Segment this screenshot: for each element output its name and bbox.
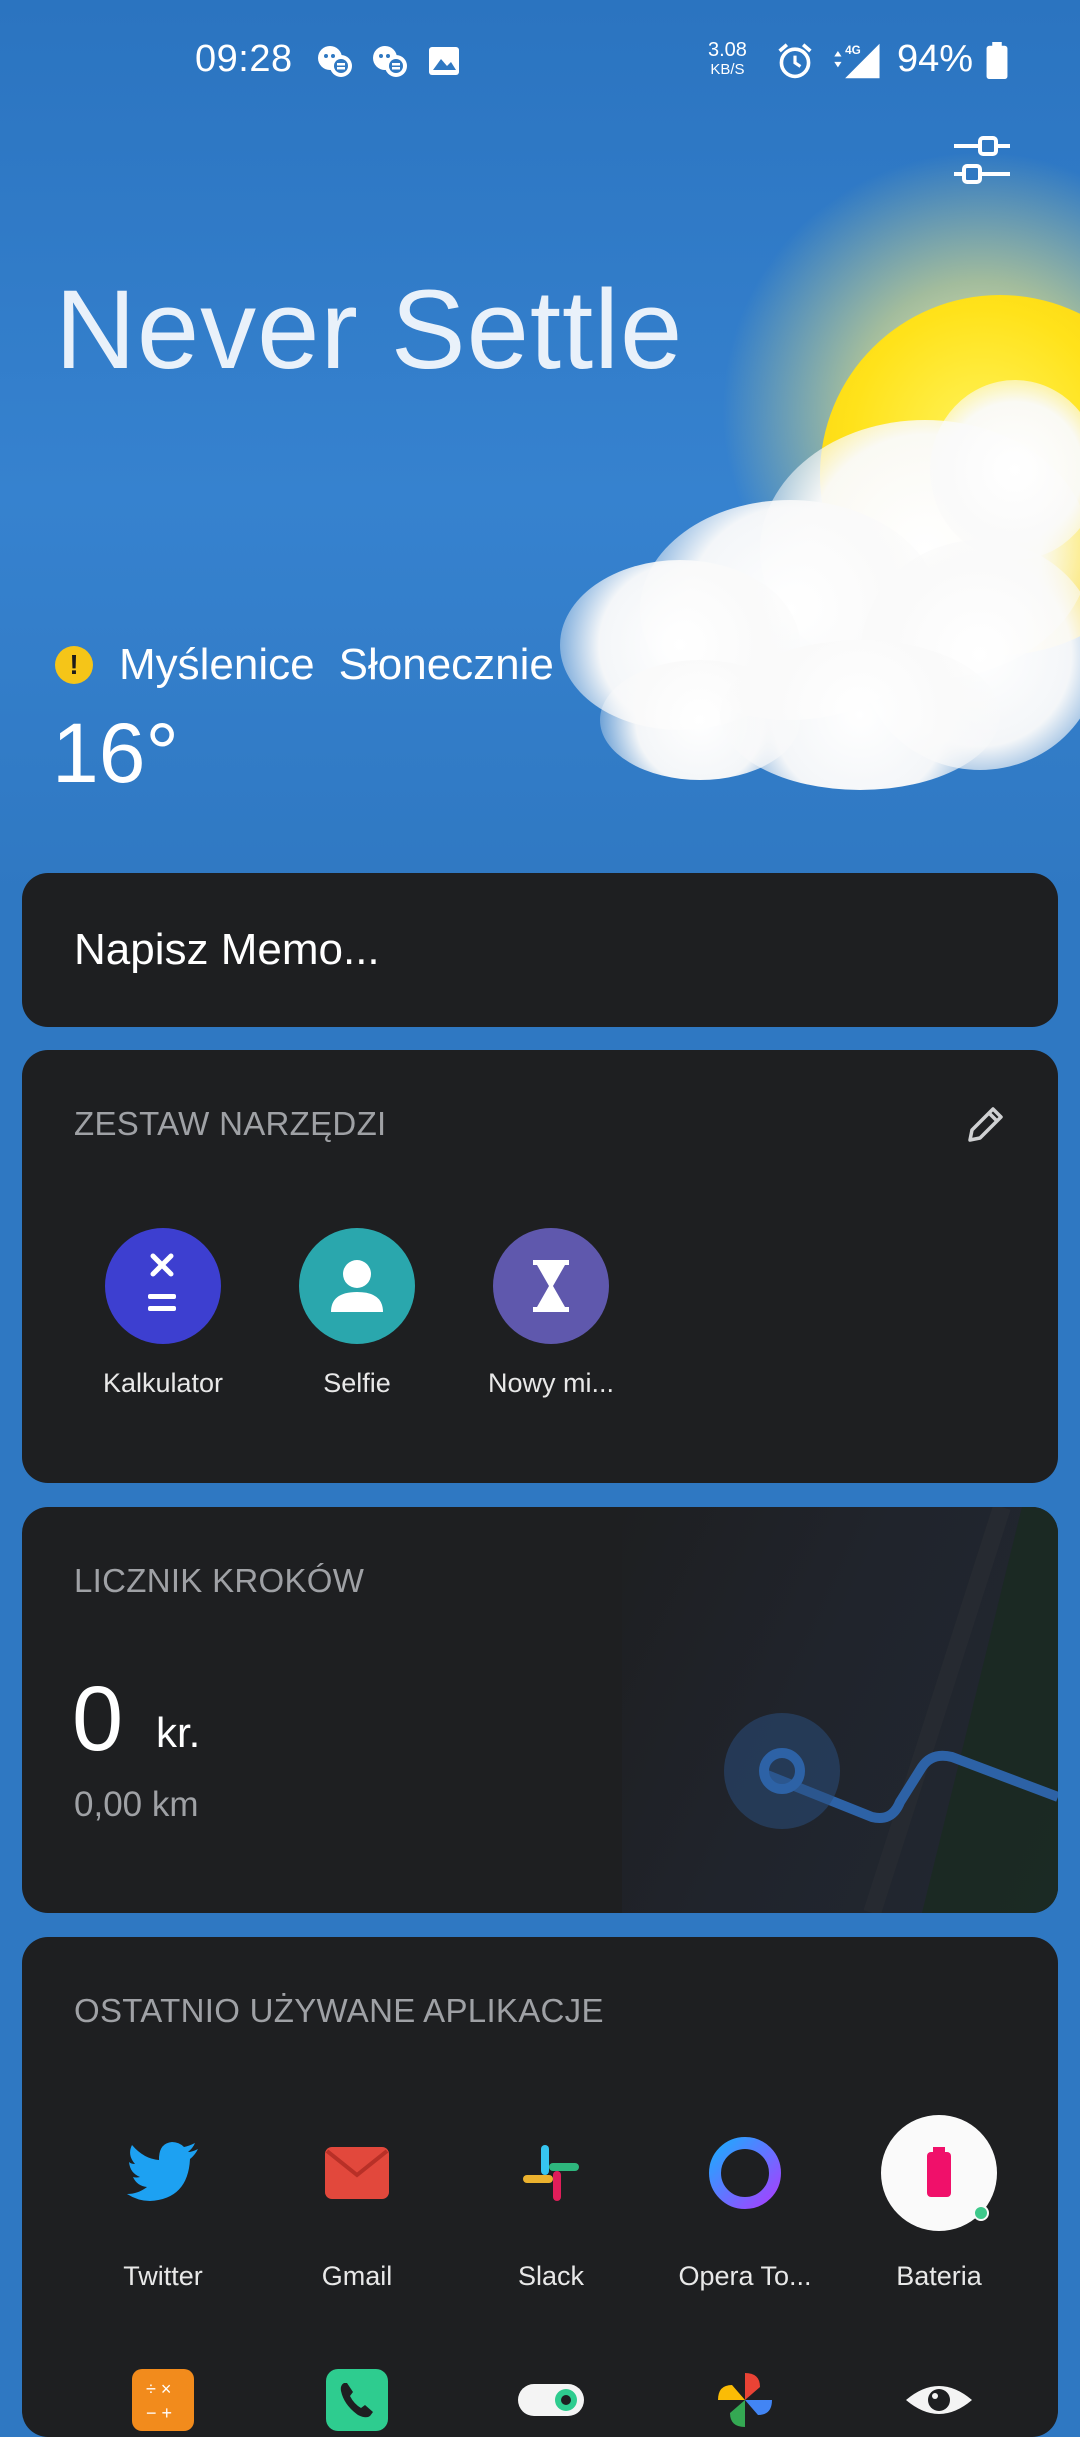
opera-touch-icon bbox=[687, 2115, 803, 2231]
steps-count: 0 bbox=[72, 1668, 124, 1770]
eye-app-icon bbox=[881, 2342, 997, 2437]
tool-timer[interactable]: Nowy mi... bbox=[456, 1228, 646, 1399]
weather-location-row[interactable]: ! Myślenice Słonecznie bbox=[55, 640, 554, 690]
app-eye[interactable] bbox=[844, 2342, 1034, 2437]
app-opera-touch[interactable]: Opera To... bbox=[650, 2115, 840, 2292]
twitter-icon bbox=[105, 2115, 221, 2231]
weather-temperature: 16° bbox=[52, 706, 180, 800]
calculator-app-icon: ÷ × − + bbox=[105, 2342, 221, 2437]
app-label: Twitter bbox=[123, 2261, 203, 2291]
memo-input[interactable]: Napisz Memo... bbox=[74, 925, 380, 975]
steps-unit: kr. bbox=[156, 1709, 201, 1756]
tool-calculator[interactable]: Kalkulator bbox=[68, 1228, 258, 1399]
toolbox-card: ZESTAW NARZĘDZI Kalkulator Selfie Nowy m… bbox=[22, 1050, 1058, 1483]
app-label: Bateria bbox=[896, 2261, 982, 2291]
slack-icon bbox=[493, 2115, 609, 2231]
signal-4g-icon: 4G bbox=[834, 44, 880, 79]
svg-text:÷ ×: ÷ × bbox=[146, 2379, 171, 2399]
recent-apps-card: OSTATNIO UŻYWANE APLIKACJE Twitter Gmail bbox=[22, 1937, 1058, 2437]
app-gmail[interactable]: Gmail bbox=[262, 2115, 452, 2292]
memo-card[interactable]: Napisz Memo... bbox=[22, 873, 1058, 1027]
image-icon bbox=[429, 47, 459, 75]
selfie-icon bbox=[299, 1228, 415, 1344]
app-phone[interactable] bbox=[262, 2342, 452, 2437]
network-speed: 3.08 KB/S bbox=[708, 39, 747, 78]
svg-text:4G: 4G bbox=[845, 44, 861, 57]
tool-label: Selfie bbox=[323, 1368, 391, 1398]
app-slack[interactable]: Slack bbox=[456, 2115, 646, 2292]
app-label: Opera To... bbox=[678, 2261, 812, 2291]
calculator-icon bbox=[105, 1228, 221, 1344]
alarm-icon bbox=[778, 43, 812, 79]
steps-title: LICZNIK KROKÓW bbox=[74, 1562, 365, 1599]
status-time: 09:28 bbox=[195, 38, 293, 80]
gmail-icon bbox=[299, 2115, 415, 2231]
hourglass-icon bbox=[493, 1228, 609, 1344]
toggle-app-icon bbox=[493, 2342, 609, 2437]
customize-settings-icon[interactable] bbox=[950, 132, 1014, 188]
battery-app-icon bbox=[881, 2115, 997, 2231]
app-label: Gmail bbox=[321, 2261, 393, 2291]
toolbox-title: ZESTAW NARZĘDZI bbox=[74, 1105, 387, 1142]
app-calculator[interactable]: ÷ × − + bbox=[68, 2342, 258, 2437]
battery-icon bbox=[986, 42, 1008, 80]
app-twitter[interactable]: Twitter bbox=[68, 2115, 258, 2292]
tool-label: Kalkulator bbox=[102, 1368, 224, 1398]
tool-label: Nowy mi... bbox=[487, 1368, 614, 1398]
weather-city: Myślenice bbox=[119, 640, 315, 689]
app-toggle[interactable] bbox=[456, 2342, 646, 2437]
chat-bubble-icon bbox=[373, 46, 407, 77]
slogan-title: Never Settle bbox=[55, 267, 684, 392]
status-bar: 09:28 3.08 KB/S 4G 94% bbox=[0, 0, 1080, 125]
map-illustration bbox=[622, 1507, 1058, 1913]
steps-distance: 0,00 km bbox=[74, 1785, 199, 1824]
warning-icon[interactable]: ! bbox=[55, 646, 93, 684]
pencil-edit-icon[interactable] bbox=[962, 1102, 1008, 1148]
pinwheel-app-icon bbox=[687, 2342, 803, 2437]
battery-percentage: 94% bbox=[897, 38, 974, 80]
app-battery[interactable]: Bateria bbox=[844, 2115, 1034, 2292]
svg-text:− +: − + bbox=[146, 2403, 172, 2423]
chat-bubble-icon bbox=[318, 46, 352, 77]
tool-selfie[interactable]: Selfie bbox=[262, 1228, 452, 1399]
phone-app-icon bbox=[299, 2342, 415, 2437]
weather-condition: Słonecznie bbox=[338, 640, 554, 689]
app-photos[interactable] bbox=[650, 2342, 840, 2437]
app-label: Slack bbox=[517, 2261, 585, 2291]
step-counter-card[interactable]: LICZNIK KROKÓW 0 kr. 0,00 km bbox=[22, 1507, 1058, 1913]
recent-apps-title: OSTATNIO UŻYWANE APLIKACJE bbox=[74, 1992, 604, 2029]
